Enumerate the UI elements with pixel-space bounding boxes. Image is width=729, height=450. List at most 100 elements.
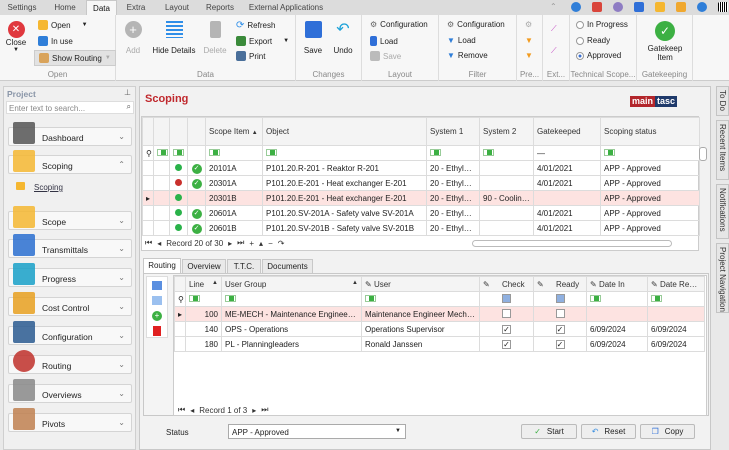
side-tab-to-do[interactable]: To Do: [716, 86, 729, 116]
col-header[interactable]: [187, 117, 206, 146]
table-row[interactable]: 180 PL - Planningleaders Ronald Janssen ✓ ✓ 6…: [174, 336, 705, 352]
col-scoping-status[interactable]: Scoping status: [600, 117, 700, 146]
tab-overview[interactable]: Overview: [182, 259, 226, 274]
filter-cell[interactable]: [479, 145, 534, 161]
nav-item-cost-control[interactable]: Cost Control ⌄: [8, 292, 132, 316]
nav-item-transmittals[interactable]: Transmittals ⌄: [8, 234, 132, 258]
vertical-scrollbar[interactable]: [699, 147, 707, 161]
trash-icon[interactable]: [153, 326, 161, 336]
reset-button[interactable]: ↶ Reset: [581, 424, 636, 439]
network-icon[interactable]: [613, 2, 623, 12]
status-select[interactable]: APP - Approved ▼: [228, 424, 406, 439]
add-button[interactable]: + Add: [121, 21, 145, 55]
first-record-icon[interactable]: ⏮: [145, 238, 152, 248]
pre-filter-button[interactable]: ▼: [525, 36, 533, 45]
filter-cell[interactable]: —: [533, 145, 601, 161]
layout-save-button[interactable]: Save: [370, 51, 401, 61]
up-icon[interactable]: ▴: [259, 239, 263, 248]
table-row[interactable]: 140 OPS - Operations Operations Supervisor…: [174, 321, 705, 337]
first-record-icon[interactable]: ⏮: [178, 405, 185, 415]
folder-icon[interactable]: [655, 2, 665, 12]
nav-item-scope[interactable]: Scope ⌄: [8, 206, 132, 230]
radio-approved[interactable]: Approved: [576, 51, 621, 60]
show-routing-button[interactable]: Show Routing ▼: [34, 50, 116, 66]
side-tab-notifications[interactable]: Notifications: [716, 184, 729, 239]
table-row[interactable]: ✓ 20601A P101.20.SV-201A - Safety valve SV…: [142, 205, 700, 221]
nav-item-configuration[interactable]: Configuration ⌄: [8, 321, 132, 345]
checkbox[interactable]: [502, 308, 511, 318]
search-input[interactable]: Enter text to search... ⌕: [6, 101, 134, 114]
undo-icon[interactable]: ↷: [278, 239, 285, 248]
last-record-icon[interactable]: ⏭: [237, 238, 244, 248]
filter-cell[interactable]: [221, 291, 362, 307]
filter-remove-button[interactable]: ▼ Remove: [447, 51, 488, 60]
add-icon[interactable]: +: [152, 311, 162, 321]
add-record-icon[interactable]: +: [249, 239, 254, 248]
nav-item-dashboard[interactable]: Dashboard ⌄: [8, 122, 132, 146]
undo-button[interactable]: ↶ Undo: [331, 21, 355, 55]
filter-cell[interactable]: [647, 291, 705, 307]
edit-icon[interactable]: [634, 2, 644, 12]
col-line[interactable]: Line ▲: [185, 276, 222, 292]
tab-documents[interactable]: Documents: [262, 259, 313, 274]
tab-home[interactable]: Home: [46, 0, 84, 15]
tab-settings[interactable]: Settings: [2, 0, 42, 15]
refresh-button[interactable]: ⟳ Refresh: [236, 20, 275, 31]
col-object[interactable]: Object: [262, 117, 427, 146]
cell-ready[interactable]: [533, 306, 587, 322]
checkbox[interactable]: ✓: [555, 324, 565, 334]
col-date-ready[interactable]: ✎ Date Ready: [647, 276, 705, 292]
table-row[interactable]: ✓ 20601B P101.20.SV-201B - Safety valve SV…: [142, 220, 700, 236]
filter-cell[interactable]: [426, 145, 480, 161]
tab-ttc[interactable]: T.T.C.: [227, 259, 261, 274]
filter-cell[interactable]: [361, 291, 480, 307]
col-scope-item[interactable]: Scope Item ▲: [205, 117, 263, 146]
col-header[interactable]: [169, 117, 188, 146]
nav-item-scoping[interactable]: Scoping ⌃: [8, 150, 132, 174]
layout-load-button[interactable]: Load: [370, 36, 398, 46]
filter-cell[interactable]: [533, 291, 587, 307]
pre-filter-remove-button[interactable]: ▼: [525, 51, 533, 60]
pin-icon[interactable]: ⊥: [124, 88, 131, 97]
close-button[interactable]: ✕ Close ▼: [4, 21, 28, 53]
table-row[interactable]: ✓ 20301A P101.20.E-201 - Heat exchanger E-…: [142, 175, 700, 191]
table-row[interactable]: ▸ 20301B P101.20.E-201 - Heat exchanger E-…: [142, 190, 700, 206]
radio-ready[interactable]: Ready: [576, 36, 610, 45]
col-ready[interactable]: ✎ Ready: [533, 276, 587, 292]
delete-button[interactable]: Delete: [201, 21, 229, 55]
table-row[interactable]: ✓ 20101A P101.20.R-201 - Reaktor R-201 20 -…: [142, 160, 700, 176]
tab-layout[interactable]: Layout: [158, 0, 196, 15]
col-header[interactable]: [153, 117, 170, 146]
gatekeep-item-button[interactable]: ✓ Gatekeep Item: [643, 21, 687, 62]
cell-check[interactable]: ✓: [479, 321, 534, 337]
sub-item-scoping[interactable]: Scoping: [34, 183, 63, 192]
checkbox[interactable]: ✓: [502, 339, 511, 349]
cell-ready[interactable]: ✓: [533, 321, 587, 337]
book-icon[interactable]: [592, 2, 602, 12]
grid-edit-icon[interactable]: [152, 296, 162, 305]
in-use-button[interactable]: In use: [38, 36, 73, 46]
filter-cell[interactable]: [169, 145, 188, 161]
col-system-1[interactable]: System 1: [426, 117, 480, 146]
filter-cell[interactable]: [479, 291, 534, 307]
filter-cell[interactable]: [187, 145, 206, 161]
barcode-icon[interactable]: [718, 2, 728, 12]
filter-cell[interactable]: [153, 145, 170, 161]
filter-cell[interactable]: [600, 145, 700, 161]
tab-external-applications[interactable]: External Applications: [246, 0, 326, 15]
col-check[interactable]: ✎ Check: [479, 276, 534, 292]
print-button[interactable]: Print: [236, 51, 265, 61]
tab-routing[interactable]: Routing: [143, 258, 181, 273]
copy-button[interactable]: ❐ Copy: [640, 424, 695, 439]
cell-check[interactable]: [479, 306, 534, 322]
col-gatekeeped[interactable]: Gatekeeped: [533, 117, 601, 146]
remove-record-icon[interactable]: −: [268, 239, 273, 248]
open-button[interactable]: Open ▼: [38, 20, 88, 30]
start-button[interactable]: ✓ Start: [521, 424, 577, 439]
wand-button-2[interactable]: ⟋: [551, 46, 557, 56]
prev-record-icon[interactable]: ◂: [190, 406, 194, 415]
next-record-icon[interactable]: ▸: [228, 239, 232, 248]
next-record-icon[interactable]: ▸: [252, 406, 256, 415]
last-record-icon[interactable]: ⏭: [261, 405, 268, 415]
checkbox[interactable]: ✓: [502, 324, 511, 334]
